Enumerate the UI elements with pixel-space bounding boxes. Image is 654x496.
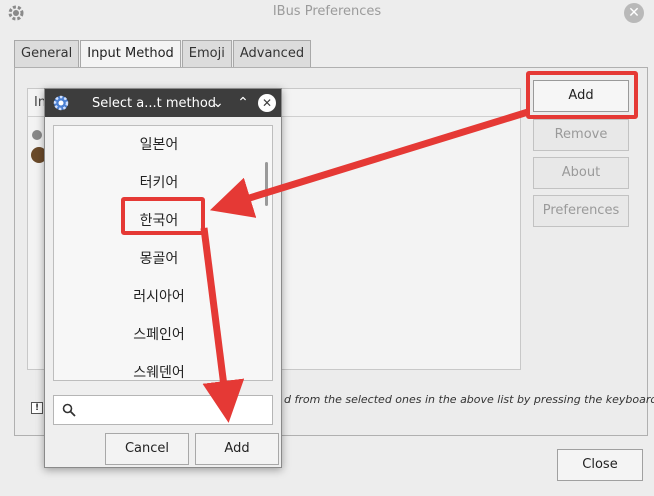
language-list[interactable]: 일본어 터키어 한국어 몽골어 러시아어 스페인어 스웨덴어 (53, 125, 273, 381)
input-method-icon (32, 130, 42, 140)
list-item[interactable]: 몽골어 (54, 240, 264, 278)
list-scrollbar[interactable] (265, 162, 268, 206)
list-item[interactable]: 일본어 (54, 126, 264, 164)
tab-advanced[interactable]: Advanced (232, 40, 312, 68)
minimize-chevron-down-icon[interactable]: ⌄ (208, 93, 228, 113)
search-input[interactable] (53, 395, 273, 425)
dialog-titlebar: Select a...t method ⌄ ⌃ ✕ (45, 89, 281, 117)
keyboard-hint-icon: ! (31, 402, 43, 414)
annotation-highlight-add (526, 71, 638, 119)
about-button[interactable]: About (533, 157, 629, 189)
annotation-highlight-korean (121, 197, 205, 235)
dialog-title: Select a...t method (92, 96, 217, 111)
tab-emoji[interactable]: Emoji (181, 40, 232, 68)
window-titlebar: IBus Preferences ✕ (0, 0, 654, 26)
tab-bar: General Input Method Emoji Advanced (14, 40, 312, 68)
window-title: IBus Preferences (272, 4, 382, 19)
dialog-close-button[interactable]: ✕ (258, 94, 276, 112)
tab-input-method[interactable]: Input Method (80, 40, 181, 68)
search-icon (62, 403, 76, 417)
list-item[interactable]: 스웨덴어 (54, 354, 264, 380)
preferences-button[interactable]: Preferences (533, 195, 629, 227)
add-button[interactable]: Add (195, 433, 279, 465)
list-item[interactable]: 스페인어 (54, 316, 264, 354)
select-input-method-dialog: Select a...t method ⌄ ⌃ ✕ 일본어 터키어 한국어 몽골… (44, 88, 282, 468)
cancel-button[interactable]: Cancel (105, 433, 189, 465)
tab-general[interactable]: General (14, 40, 80, 68)
maximize-chevron-up-icon[interactable]: ⌃ (233, 93, 253, 113)
close-button[interactable]: Close (557, 449, 643, 481)
gear-icon (53, 95, 69, 111)
hint-text: d from the selected ones in the above li… (284, 393, 654, 406)
window-close-button[interactable]: ✕ (624, 3, 644, 23)
list-item[interactable]: 러시아어 (54, 278, 264, 316)
remove-button[interactable]: Remove (533, 119, 629, 151)
